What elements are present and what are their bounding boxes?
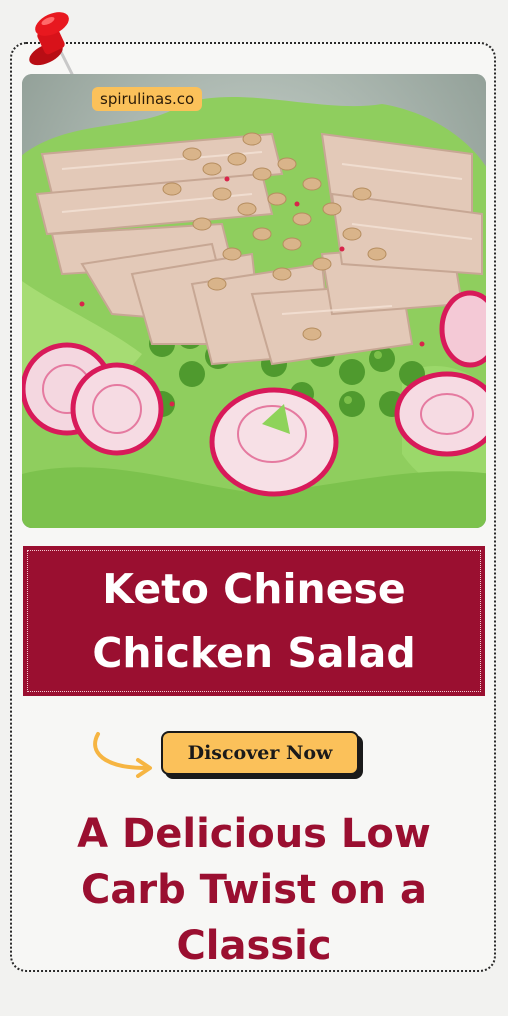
brand-badge: spirulinas.co bbox=[92, 87, 203, 111]
salad-photo bbox=[22, 74, 486, 528]
title-line-1: Keto Chinese bbox=[102, 565, 406, 613]
title-banner-inner: Keto Chinese Chicken Salad bbox=[27, 550, 481, 692]
subtitle-line-2: Carb Twist on a bbox=[81, 867, 427, 913]
curved-arrow-icon bbox=[93, 732, 152, 778]
page-title: Keto Chinese Chicken Salad bbox=[92, 557, 415, 685]
subtitle-line-1: A Delicious Low bbox=[77, 811, 431, 857]
discover-now-button[interactable]: Discover Now bbox=[161, 731, 359, 775]
subtitle-line-3: Classic bbox=[176, 923, 332, 969]
subtitle: A Delicious Low Carb Twist on a Classic bbox=[20, 806, 488, 974]
title-banner: Keto Chinese Chicken Salad bbox=[23, 546, 485, 696]
title-line-2: Chicken Salad bbox=[92, 629, 416, 677]
